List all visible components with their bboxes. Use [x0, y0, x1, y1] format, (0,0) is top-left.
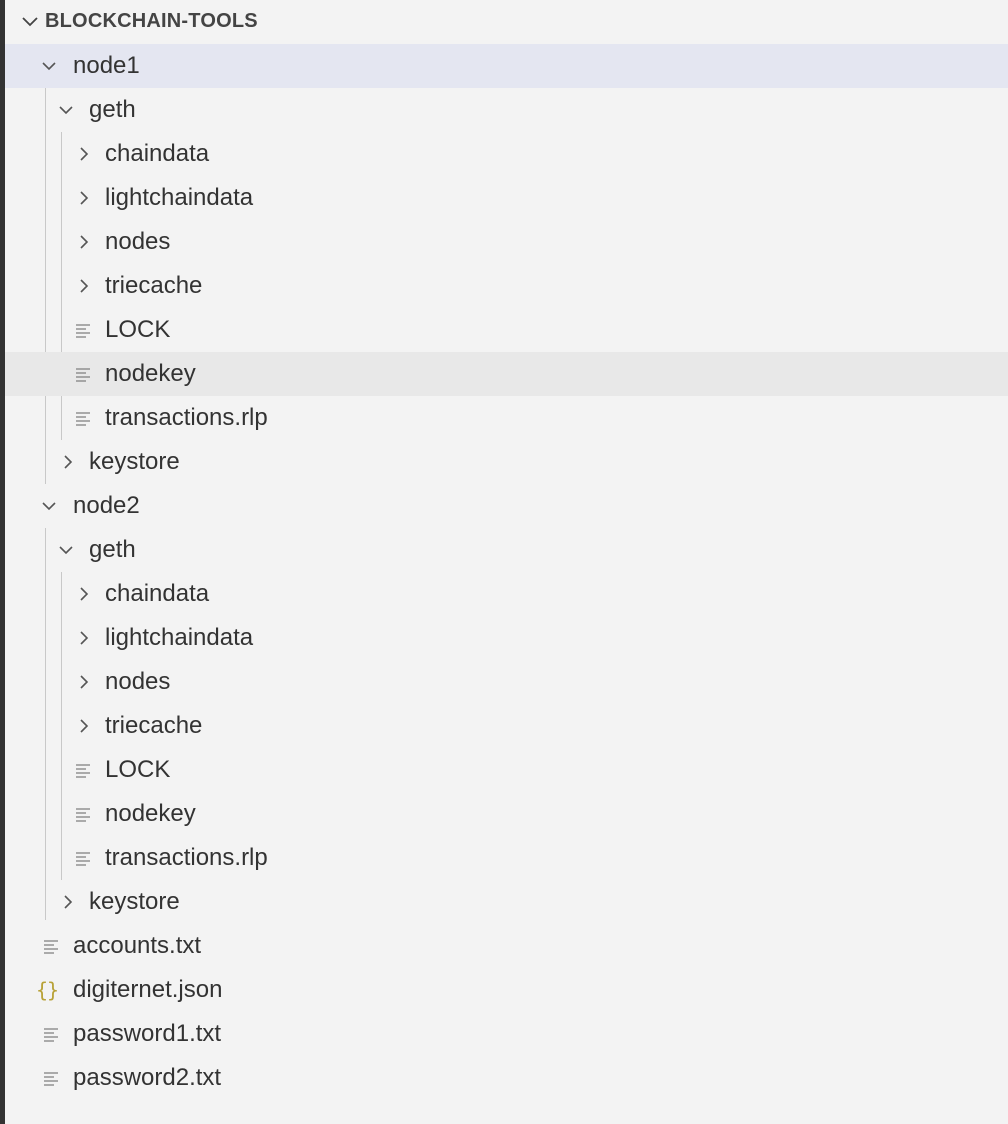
text-file-icon [76, 412, 90, 426]
tree-item-label: digiternet.json [73, 976, 223, 1003]
section-title: BLOCKCHAIN-TOOLS [45, 10, 258, 32]
tree-row-node2[interactable]: node2 [5, 484, 1008, 528]
tree-row-triecache[interactable]: triecache [5, 264, 1008, 308]
tree-row-nodekey[interactable]: nodekey [5, 352, 1008, 396]
tree-item-label: node1 [73, 52, 140, 79]
chevron-right-icon[interactable] [73, 143, 95, 165]
chevron-down-icon[interactable] [19, 10, 41, 32]
chevron-right-icon[interactable] [57, 451, 79, 473]
tree-row-keystore[interactable]: keystore [5, 880, 1008, 924]
chevron-right-icon[interactable] [73, 671, 95, 693]
text-file-icon [76, 324, 90, 338]
json-file-icon: {} [36, 978, 59, 1002]
tree-item-label: transactions.rlp [105, 844, 268, 871]
tree-item-label: geth [89, 96, 136, 123]
tree-row-digiternet-json[interactable]: {} digiternet.json [5, 968, 1008, 1012]
text-file-icon [76, 852, 90, 866]
tree-row-triecache[interactable]: triecache [5, 704, 1008, 748]
tree-row-accounts-txt[interactable]: accounts.txt [5, 924, 1008, 968]
chevron-right-icon[interactable] [73, 583, 95, 605]
tree-item-label: geth [89, 536, 136, 563]
chevron-right-icon[interactable] [73, 715, 95, 737]
chevron-down-icon[interactable] [55, 539, 77, 561]
text-file-icon [44, 1028, 58, 1042]
tree-row-password2-txt[interactable]: password2.txt [5, 1056, 1008, 1100]
tree-row-chaindata[interactable]: chaindata [5, 132, 1008, 176]
tree-row-nodekey[interactable]: nodekey [5, 792, 1008, 836]
tree-item-label: chaindata [105, 140, 210, 167]
tree-item-label: nodekey [105, 800, 196, 827]
chevron-down-icon[interactable] [55, 99, 77, 121]
tree-row-lightchaindata[interactable]: lightchaindata [5, 616, 1008, 660]
text-file-icon [76, 808, 90, 822]
tree-item-label: nodekey [105, 360, 196, 387]
tree-item-label: LOCK [105, 316, 171, 343]
tree-row-lightchaindata[interactable]: lightchaindata [5, 176, 1008, 220]
tree-row-geth[interactable]: geth [5, 528, 1008, 572]
chevron-right-icon[interactable] [73, 627, 95, 649]
tree-row-geth[interactable]: geth [5, 88, 1008, 132]
chevron-right-icon[interactable] [73, 275, 95, 297]
tree-item-label: accounts.txt [73, 932, 202, 959]
chevron-down-icon[interactable] [38, 495, 60, 517]
tree-row-lock[interactable]: LOCK [5, 308, 1008, 352]
tree-item-label: chaindata [105, 580, 210, 607]
tree-row-keystore[interactable]: keystore [5, 440, 1008, 484]
tree-row-nodes[interactable]: nodes [5, 220, 1008, 264]
file-explorer: BLOCKCHAIN-TOOLS node1 geth chaindata li… [0, 0, 1008, 1124]
text-file-icon [76, 368, 90, 382]
tree-item-label: password1.txt [73, 1020, 222, 1047]
tree-row-node1[interactable]: node1 [5, 44, 1008, 88]
tree-item-label: lightchaindata [105, 624, 254, 651]
tree-row-password1-txt[interactable]: password1.txt [5, 1012, 1008, 1056]
chevron-right-icon[interactable] [73, 231, 95, 253]
tree-item-label: nodes [105, 668, 171, 695]
tree-item-label: triecache [105, 272, 203, 299]
text-file-icon [76, 764, 90, 778]
tree-item-label: keystore [89, 888, 180, 915]
tree-item-label: node2 [73, 492, 140, 519]
tree-row-nodes[interactable]: nodes [5, 660, 1008, 704]
tree-item-label: nodes [105, 228, 171, 255]
chevron-right-icon[interactable] [73, 187, 95, 209]
text-file-icon [44, 940, 58, 954]
tree-item-label: keystore [89, 448, 180, 475]
explorer-section-header[interactable]: BLOCKCHAIN-TOOLS [5, 0, 1008, 42]
text-file-icon [44, 1072, 58, 1086]
tree-row-lock[interactable]: LOCK [5, 748, 1008, 792]
tree-item-label: transactions.rlp [105, 404, 268, 431]
tree-row-chaindata[interactable]: chaindata [5, 572, 1008, 616]
tree-item-label: password2.txt [73, 1064, 222, 1091]
chevron-down-icon[interactable] [38, 55, 60, 77]
chevron-right-icon[interactable] [57, 891, 79, 913]
tree-item-label: LOCK [105, 756, 171, 783]
tree-item-label: triecache [105, 712, 203, 739]
tree-row-transactions-rlp[interactable]: transactions.rlp [5, 836, 1008, 880]
tree-item-label: lightchaindata [105, 184, 254, 211]
tree-row-transactions-rlp[interactable]: transactions.rlp [5, 396, 1008, 440]
